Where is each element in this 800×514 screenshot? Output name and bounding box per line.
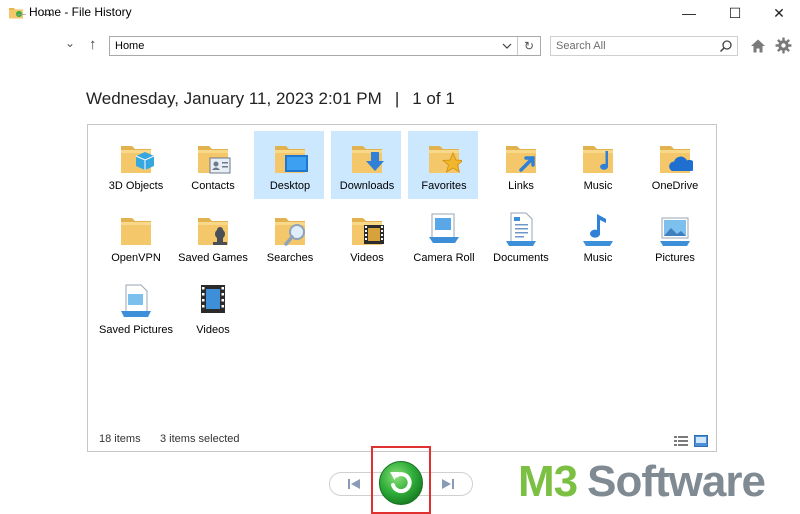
header-separator: | [394,89,400,108]
file-item[interactable]: Music [562,203,632,271]
music-library-icon [583,214,613,246]
back-arrow-icon[interactable]: ← [14,4,29,21]
search-icon[interactable] [719,39,733,53]
file-item-label: Videos [350,252,384,264]
minimize-button[interactable]: — [666,0,712,26]
downloads-folder-icon [352,146,384,173]
details-view-icon[interactable] [674,435,688,447]
item-count: 18 items [99,433,141,445]
file-item-label: Videos [196,324,230,336]
contacts-folder-icon [198,146,231,174]
file-item[interactable]: Camera Roll [408,203,478,271]
file-item[interactable]: Saved Games [177,203,248,271]
address-divider [517,37,518,55]
onedrive-folder-icon [660,146,693,173]
address-bar[interactable]: Home ↻ [109,36,541,56]
file-item-label: Pictures [655,252,695,264]
search-box[interactable]: Search All [550,36,738,56]
file-item-label: Searches [266,252,314,264]
file-item[interactable]: Contacts [177,131,247,199]
searches-folder-icon [275,218,305,246]
forward-arrow-icon[interactable]: → [40,4,55,21]
file-item-label: Contacts [191,180,235,192]
selected-count: 3 items selected [160,433,240,445]
brand-software-text: Software [587,457,766,506]
file-item-label: Camera Roll [413,252,475,264]
m3-software-watermark: M3 Software [518,456,766,508]
file-item[interactable]: Videos [331,203,401,271]
file-item[interactable]: Saved Pictures [99,275,173,343]
file-item[interactable]: Documents [485,203,555,271]
file-item[interactable]: Favorites [408,131,478,199]
title-bar: Home - File History — ☐ ✕ [0,0,800,28]
skip-previous-icon [348,479,360,489]
file-item-label: OneDrive [651,180,699,192]
file-item[interactable]: 3D Objects [100,131,170,199]
file-item-label: Links [508,180,534,192]
previous-version-button[interactable] [340,474,368,494]
file-item[interactable]: Videos [177,275,247,343]
address-text: Home [115,40,145,52]
3d-objects-folder-icon [121,146,154,173]
backup-date-header: Wednesday, January 11, 2023 2:01 PM | 1 of… [86,89,455,109]
file-item-label: Documents [493,252,549,264]
file-item-label: OpenVPN [111,252,161,264]
file-item-label: Music [583,180,613,192]
brand-m3-text: M3 [518,457,578,506]
next-version-button[interactable] [434,474,462,494]
videos-folder-icon [352,218,384,245]
saved-pictures-icon [121,284,151,317]
file-item-label: Music [583,252,613,264]
file-item-label: Favorites [421,180,467,192]
camera-roll-icon [429,213,459,243]
refresh-icon[interactable]: ↻ [519,37,539,55]
documents-icon [506,212,536,246]
videos-library-icon [201,285,225,313]
links-folder-icon [506,146,536,173]
maximize-button[interactable]: ☐ [712,0,758,26]
file-item[interactable]: Desktop [254,131,324,199]
favorites-folder-icon [429,146,462,173]
file-item[interactable]: Music [562,131,632,199]
file-item[interactable]: Links [485,131,555,199]
file-item-label: Saved Pictures [99,324,173,336]
up-arrow-icon[interactable]: ↑ [89,36,97,53]
file-item[interactable]: OneDrive [639,131,709,199]
desktop-folder-icon [275,146,308,173]
skip-next-icon [442,479,454,489]
address-dropdown-icon[interactable] [498,37,516,55]
file-item-label: Downloads [339,180,395,192]
close-button[interactable]: ✕ [756,0,800,26]
backup-date: Wednesday, January 11, 2023 2:01 PM [86,89,382,108]
file-item[interactable]: OpenVPN [100,203,170,271]
folder-icon [121,218,151,245]
file-item-label: Saved Games [178,252,248,264]
file-item[interactable]: Searches [254,203,324,271]
large-icons-view-icon[interactable] [694,435,708,447]
file-item[interactable]: Pictures [639,203,709,271]
music-folder-icon [583,146,613,173]
file-view-panel: 3D Objects Contacts Desktop Downloads Favori… [87,124,717,452]
backup-position: 1 of 1 [412,89,455,108]
pictures-icon [660,217,690,246]
search-placeholder: Search All [556,40,606,52]
saved-games-folder-icon [198,218,228,245]
restore-highlight-box [371,446,431,514]
file-item[interactable]: Downloads [331,131,401,199]
file-item-label: Desktop [269,180,311,192]
file-item-label: 3D Objects [108,180,164,192]
recent-locations-chevron-icon[interactable]: ⌄ [65,36,75,50]
gear-icon[interactable] [775,37,792,54]
home-icon[interactable] [750,38,766,54]
